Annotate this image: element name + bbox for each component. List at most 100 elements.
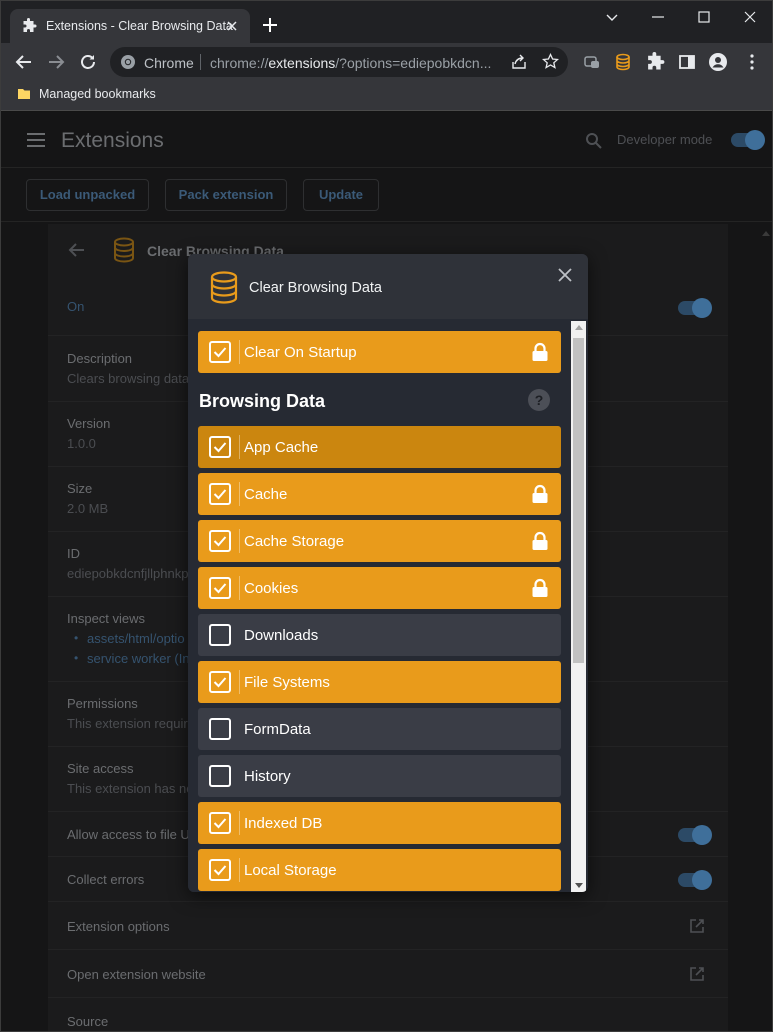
file-urls-toggle[interactable]	[678, 825, 712, 845]
extension-options-row[interactable]: Extension options	[48, 902, 728, 950]
option-cache[interactable]: Cache	[198, 473, 561, 515]
extensions-puzzle-icon[interactable]	[645, 52, 665, 72]
dialog-title: Clear Browsing Data	[249, 280, 382, 296]
option-indexed-db[interactable]: Indexed DB	[198, 802, 561, 844]
open-external-icon	[690, 967, 704, 981]
back-arrow-icon[interactable]	[14, 52, 34, 72]
extension-website-label: Open extension website	[67, 967, 206, 982]
hamburger-menu-icon[interactable]	[27, 132, 45, 148]
checkbox-unchecked-icon[interactable]	[209, 718, 231, 740]
option-label: File Systems	[244, 674, 330, 691]
lock-icon	[532, 531, 548, 550]
puzzle-icon	[23, 18, 37, 32]
collect-errors-label: Collect errors	[67, 872, 145, 887]
permissions-value: This extension requir	[67, 716, 188, 731]
load-unpacked-button[interactable]: Load unpacked	[26, 179, 149, 211]
developer-mode-label: Developer mode	[617, 132, 713, 147]
page-scroll-up-icon[interactable]	[761, 224, 771, 244]
option-downloads[interactable]: Downloads	[198, 614, 561, 656]
option-label: Indexed DB	[244, 815, 323, 832]
url-separator	[200, 54, 201, 70]
page-title: Extensions	[61, 129, 164, 152]
size-label: Size	[67, 481, 93, 496]
extension-website-row[interactable]: Open extension website	[48, 950, 728, 998]
search-icon[interactable]	[585, 132, 603, 150]
minimize-icon[interactable]	[648, 7, 668, 27]
option-history[interactable]: History	[198, 755, 561, 797]
database-icon	[114, 237, 134, 263]
options-dialog: Clear Browsing Data Clear On Startup Bro…	[188, 254, 588, 892]
option-label: Cache	[244, 486, 288, 503]
close-window-icon[interactable]	[740, 7, 760, 27]
checkbox-checked-icon[interactable]	[209, 483, 231, 505]
dialog-body: Clear On Startup Browsing Data ? App Cac…	[188, 319, 588, 892]
bookmarks-bar: Managed bookmarks	[1, 81, 772, 111]
back-arrow-icon[interactable]	[68, 241, 86, 259]
status-label: On	[67, 299, 85, 314]
source-row: Source	[48, 998, 728, 1031]
close-tab-icon[interactable]	[223, 17, 241, 35]
inspect-options-link[interactable]: assets/html/optio	[87, 631, 185, 646]
scroll-up-arrow-icon[interactable]	[575, 325, 583, 330]
inspect-service-worker-link[interactable]: service worker (In	[87, 651, 190, 666]
checkbox-checked-icon[interactable]	[209, 341, 231, 363]
forward-arrow-icon[interactable]	[46, 52, 66, 72]
option-cache-storage[interactable]: Cache Storage	[198, 520, 561, 562]
scroll-down-arrow-icon[interactable]	[575, 883, 583, 888]
checkbox-unchecked-icon[interactable]	[209, 765, 231, 787]
divider	[239, 340, 240, 364]
browser-window: Extensions - Clear Browsing Data Chrome …	[0, 0, 773, 1032]
dialog-scrollbar[interactable]	[571, 321, 586, 892]
checkbox-checked-icon[interactable]	[209, 577, 231, 599]
help-icon[interactable]: ?	[528, 389, 550, 411]
checkbox-checked-icon[interactable]	[209, 671, 231, 693]
extension-badge-icon[interactable]	[582, 52, 602, 72]
pack-extension-button[interactable]: Pack extension	[165, 179, 287, 211]
profile-avatar-icon[interactable]	[708, 52, 728, 72]
share-icon[interactable]	[511, 54, 527, 70]
divider	[239, 529, 240, 553]
new-tab-icon[interactable]	[262, 17, 278, 33]
divider	[239, 482, 240, 506]
update-button[interactable]: Update	[303, 179, 379, 211]
close-icon[interactable]	[557, 267, 573, 283]
page-header: Extensions Developer mode	[1, 112, 772, 168]
site-access-label: Site access	[67, 761, 134, 776]
lock-icon	[532, 484, 548, 503]
option-file-systems[interactable]: File Systems	[198, 661, 561, 703]
checkbox-unchecked-icon[interactable]	[209, 624, 231, 646]
option-formdata[interactable]: FormData	[198, 708, 561, 750]
extension-enabled-toggle[interactable]	[678, 298, 712, 318]
side-panel-icon[interactable]	[677, 52, 697, 72]
developer-mode-toggle[interactable]	[731, 130, 765, 150]
maximize-icon[interactable]	[694, 7, 714, 27]
bookmark-star-icon[interactable]	[542, 53, 559, 70]
reload-icon[interactable]	[78, 52, 98, 72]
open-external-icon	[690, 919, 704, 933]
tab-title: Extensions - Clear Browsing Data	[46, 19, 233, 33]
browser-tab[interactable]: Extensions - Clear Browsing Data	[10, 9, 250, 43]
version-value: 1.0.0	[67, 436, 96, 451]
database-icon[interactable]	[613, 52, 633, 72]
checkbox-checked-icon[interactable]	[209, 859, 231, 881]
checkbox-checked-icon[interactable]	[209, 436, 231, 458]
managed-bookmarks-link[interactable]: Managed bookmarks	[39, 87, 156, 101]
menu-dots-icon[interactable]	[742, 52, 762, 72]
collect-errors-toggle[interactable]	[678, 870, 712, 890]
checkbox-checked-icon[interactable]	[209, 812, 231, 834]
option-local-storage[interactable]: Local Storage	[198, 849, 561, 891]
option-clear-on-startup[interactable]: Clear On Startup	[198, 331, 561, 373]
inspect-views-label: Inspect views	[67, 611, 146, 626]
source-label: Source	[67, 1014, 109, 1029]
address-bar[interactable]: Chrome chrome://extensions/?options=edie…	[110, 47, 568, 77]
tab-search-icon[interactable]	[602, 7, 622, 27]
lock-icon	[532, 342, 548, 361]
url-text: chrome://extensions/?options=ediepobkdcn…	[210, 55, 492, 71]
scroll-thumb[interactable]	[573, 338, 584, 663]
checkbox-checked-icon[interactable]	[209, 530, 231, 552]
option-app-cache[interactable]: App Cache	[198, 426, 561, 468]
option-label: FormData	[244, 721, 311, 738]
divider	[239, 858, 240, 882]
option-cookies[interactable]: Cookies	[198, 567, 561, 609]
section-title-browsing-data: Browsing Data	[199, 391, 326, 411]
